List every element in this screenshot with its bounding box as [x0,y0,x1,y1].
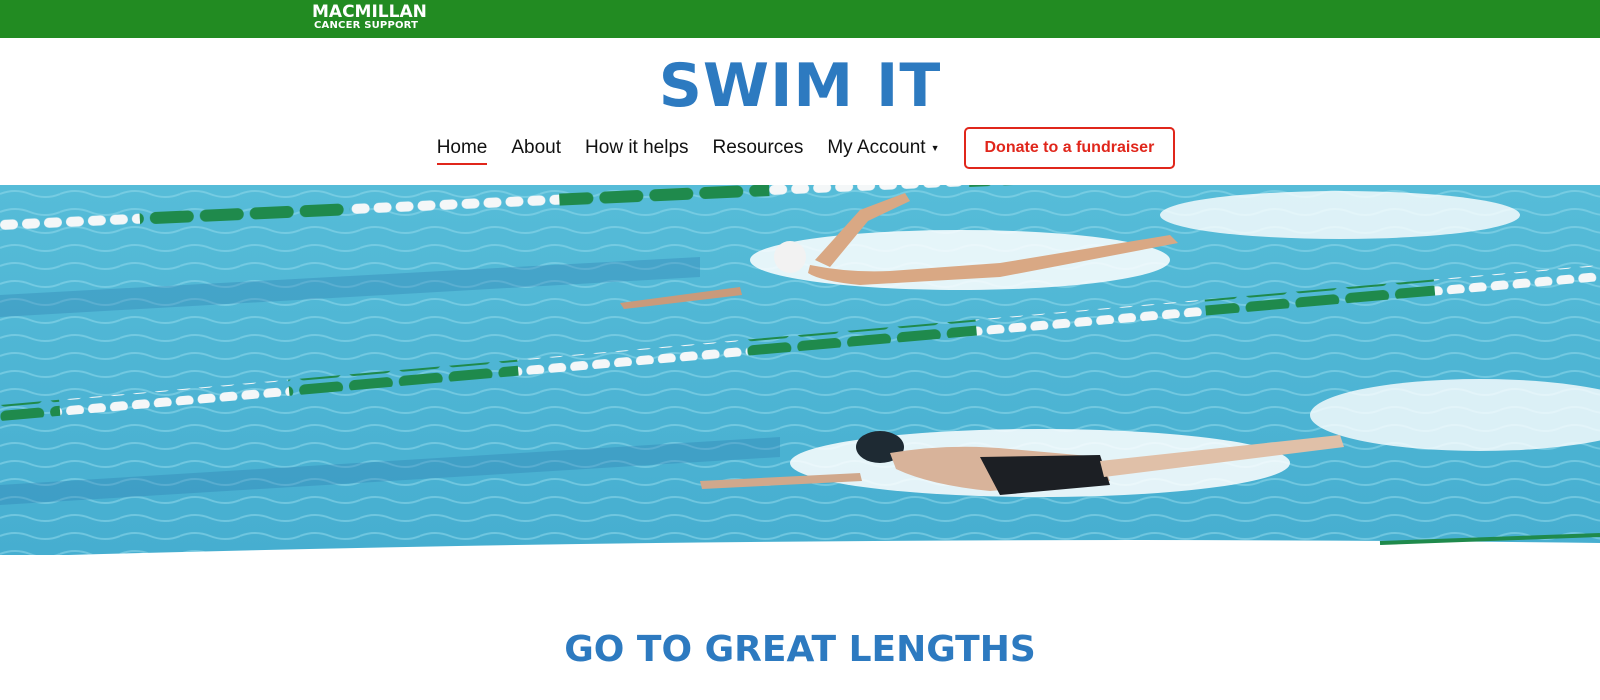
nav-item-my-account-label: My Account [827,137,926,158]
hero-image [0,185,1600,555]
swimming-pool-illustration [0,185,1600,555]
caret-down-icon: ▼ [930,143,940,153]
logo-line-1: MACMILLAN [312,2,427,22]
site-title[interactable]: SWIM IT [0,54,1600,118]
nav-item-about[interactable]: About [511,131,561,165]
top-brand-bar: MACMILLAN CANCER SUPPORT [0,0,1600,38]
section-heading: GO TO GREAT LENGTHS [564,629,1036,670]
logo-line-2: CANCER SUPPORT [314,20,419,31]
macmillan-logo[interactable]: MACMILLAN CANCER SUPPORT [312,4,428,34]
nav-item-how-it-helps[interactable]: How it helps [585,131,689,165]
donate-button[interactable]: Donate to a fundraiser [963,127,1176,169]
nav-item-home[interactable]: Home [436,131,488,165]
nav-item-my-account[interactable]: My Account ▼ [827,131,939,165]
nav-item-resources[interactable]: Resources [713,131,804,165]
main-navigation: Home About How it helps Resources My Acc… [0,126,1600,170]
